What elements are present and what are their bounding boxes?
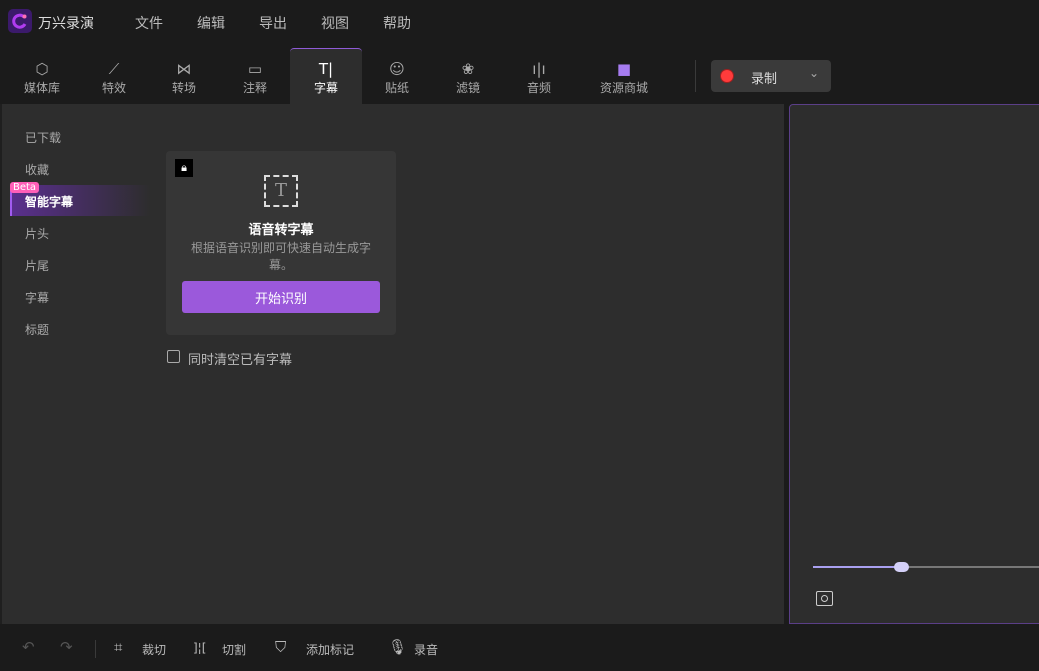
tab-effects[interactable]: ⟋ 特效 xyxy=(78,48,150,104)
tab-label: 音频 xyxy=(526,81,551,95)
tab-label: 特效 xyxy=(101,81,126,95)
tab-label: 转场 xyxy=(171,81,196,95)
smiley-icon: ☺ xyxy=(389,60,405,78)
sidebar-item-captions[interactable]: 字幕 xyxy=(25,289,49,306)
record-voice-button[interactable]: 录音 xyxy=(414,641,438,658)
sidebar-item-outro[interactable]: 片尾 xyxy=(25,257,49,274)
store-icon: ■ xyxy=(616,60,632,78)
sidebar-item-smart-captions[interactable]: 智能字幕 xyxy=(25,193,73,210)
menu-file[interactable]: 文件 xyxy=(135,13,163,33)
tab-filters[interactable]: ❀ 滤镜 xyxy=(432,48,504,104)
tab-label: 媒体库 xyxy=(23,81,60,95)
marker-icon[interactable]: ⛉ xyxy=(275,638,286,656)
tab-label: 贴纸 xyxy=(384,81,409,95)
transition-icon: ⋈ xyxy=(176,60,192,78)
card-description: 根据语音识别即可快速自动生成字幕。 xyxy=(190,241,371,272)
add-marker-button[interactable]: 添加标记 xyxy=(306,641,354,658)
menu-export[interactable]: 导出 xyxy=(259,13,287,33)
redo-icon[interactable]: ↷ xyxy=(60,638,73,656)
tab-audio[interactable]: ı|ı 音频 xyxy=(503,48,575,104)
app-title: 万兴录演 xyxy=(38,16,94,32)
menu-view[interactable]: 视图 xyxy=(321,13,349,33)
tab-captions[interactable]: T| 字幕 xyxy=(290,48,362,104)
text-recognition-icon: T xyxy=(264,175,298,207)
tab-label: 注释 xyxy=(242,81,267,95)
card-title: 语音转字幕 xyxy=(248,223,314,238)
record-button[interactable]: 录制 ⌄ xyxy=(711,60,831,92)
split-icon[interactable]: ]¦[ xyxy=(193,641,206,655)
tab-media[interactable]: ⬡ 媒体库 xyxy=(6,48,78,104)
preview-slider-fill xyxy=(813,566,902,568)
tab-label: 资源商城 xyxy=(599,81,648,95)
sidebar-item-favorites[interactable]: 收藏 xyxy=(25,161,49,178)
tab-annotations[interactable]: ▭ 注释 xyxy=(219,48,291,104)
tab-store[interactable]: ■ 资源商城 xyxy=(588,48,660,104)
comment-icon: ▭ xyxy=(247,60,263,78)
clear-captions-checkbox[interactable] xyxy=(167,350,180,363)
sidebar-item-titles[interactable]: 标题 xyxy=(25,321,49,338)
preview-panel xyxy=(789,104,1039,624)
app-logo xyxy=(8,9,32,33)
cube-icon: ⬡ xyxy=(35,60,49,78)
tab-label: 字幕 xyxy=(313,81,338,95)
divider xyxy=(95,640,96,658)
record-label: 录制 xyxy=(751,72,778,87)
tab-label: 滤镜 xyxy=(455,81,480,95)
menu-edit[interactable]: 编辑 xyxy=(197,13,225,33)
crop-button[interactable]: 裁切 xyxy=(142,641,166,658)
filter-icon: ❀ xyxy=(461,60,475,78)
sidebar-item-downloaded[interactable]: 已下载 xyxy=(25,129,61,146)
start-recognition-button[interactable]: 开始识别 xyxy=(182,281,380,313)
divider xyxy=(695,60,696,92)
clear-captions-label: 同时清空已有字幕 xyxy=(188,353,293,368)
crop-icon[interactable]: ⌗ xyxy=(114,638,122,656)
magic-wand-icon: ⟋ xyxy=(108,60,120,78)
sidebar-item-intro[interactable]: 片头 xyxy=(25,225,49,242)
camera-icon[interactable] xyxy=(816,591,833,606)
text-icon: T| xyxy=(318,60,334,78)
chevron-down-icon[interactable]: ⌄ xyxy=(809,66,819,80)
menu-help[interactable]: 帮助 xyxy=(383,13,411,33)
lock-icon: 🔒︎ xyxy=(175,159,193,177)
audio-wave-icon: ı|ı xyxy=(532,60,546,78)
tab-transitions[interactable]: ⋈ 转场 xyxy=(148,48,220,104)
preview-slider-thumb[interactable] xyxy=(894,562,910,572)
microphone-icon[interactable]: 🎙︎ xyxy=(388,638,407,656)
beta-badge: Beta xyxy=(10,182,40,193)
record-dot-icon xyxy=(721,70,733,82)
undo-icon[interactable]: ↶ xyxy=(22,638,35,656)
tab-stickers[interactable]: ☺ 贴纸 xyxy=(361,48,433,104)
split-button[interactable]: 切割 xyxy=(222,641,246,658)
